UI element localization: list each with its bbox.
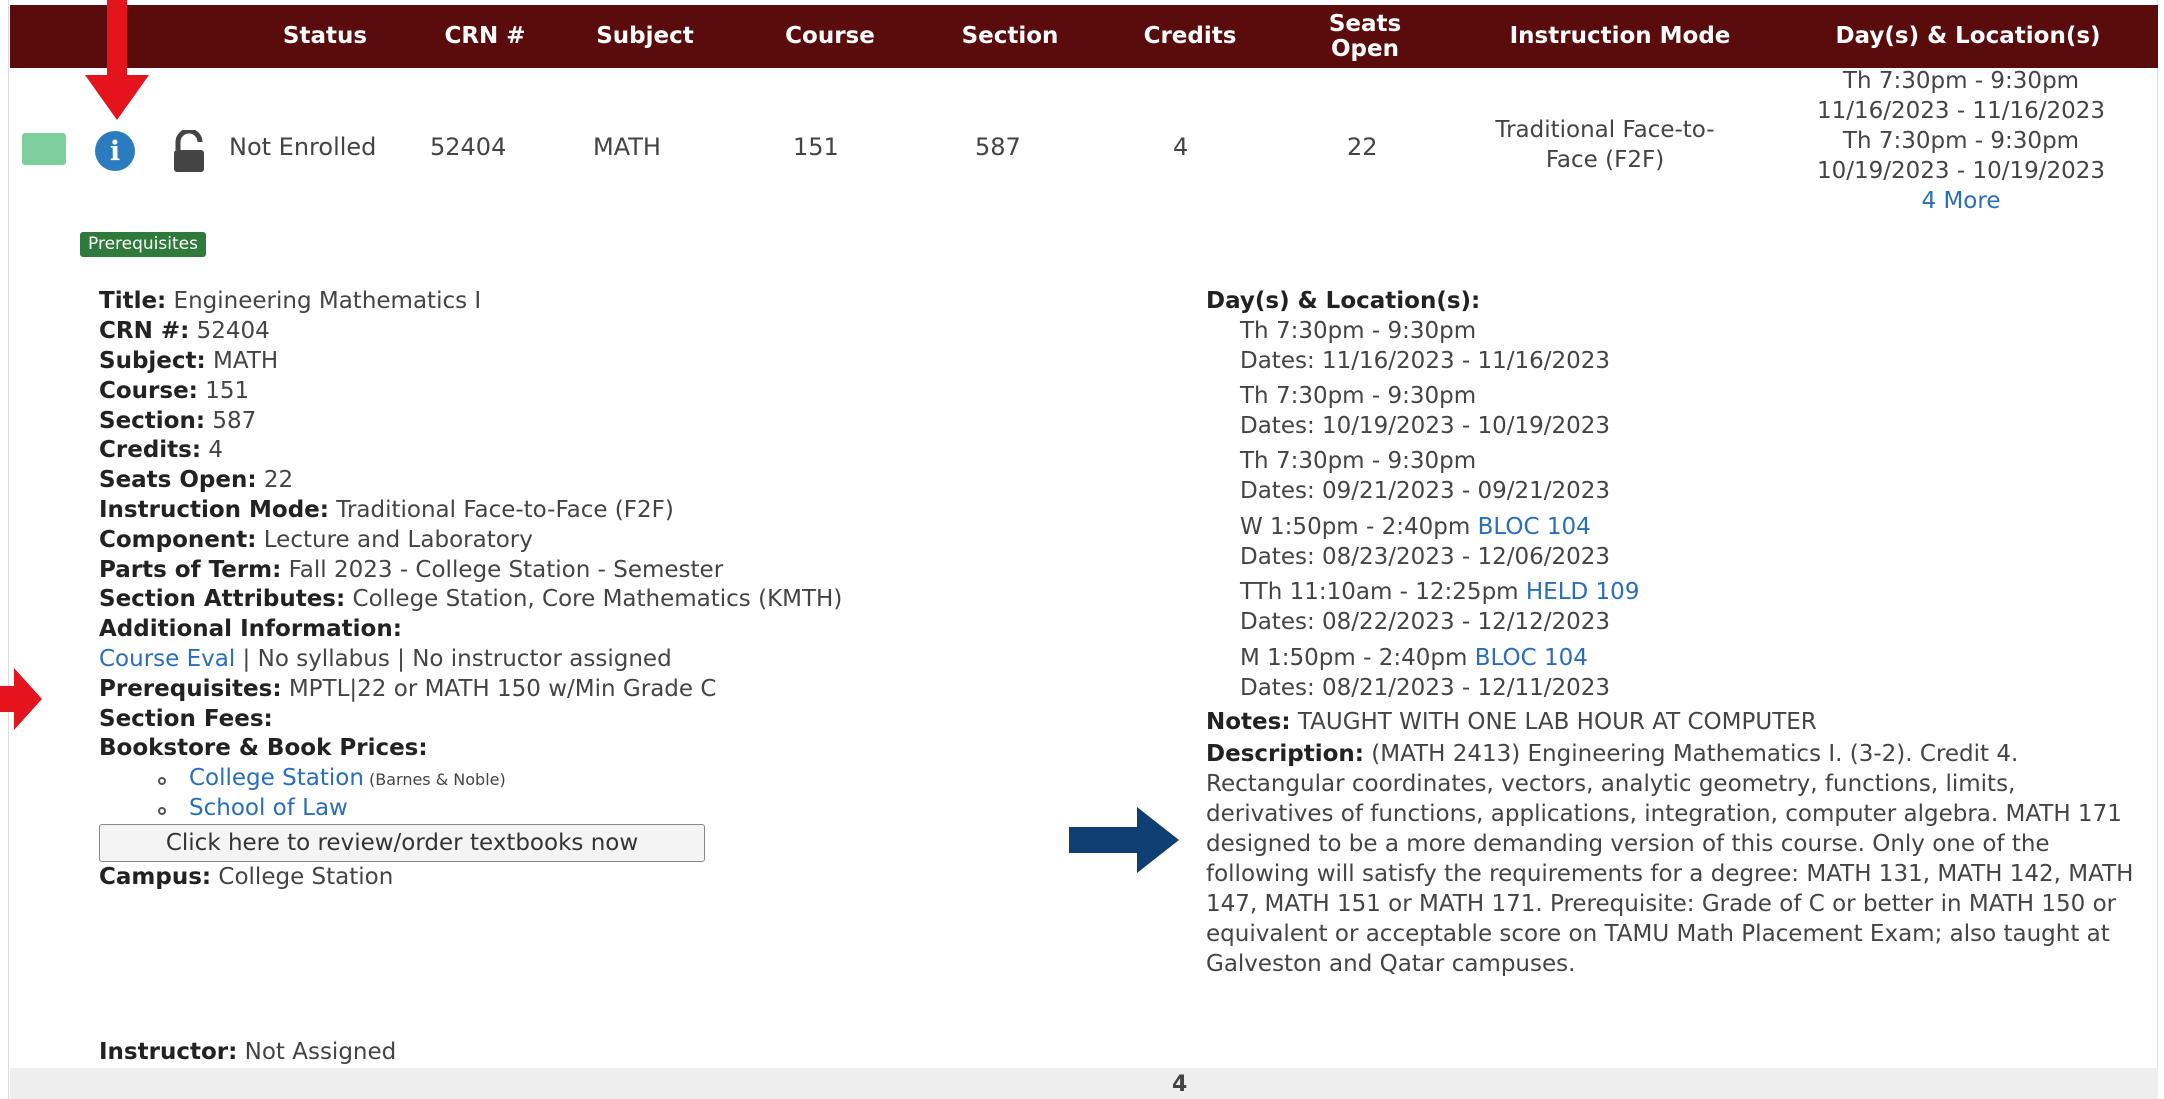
bookstore-item: College Station (Barnes & Noble) bbox=[189, 765, 506, 791]
location-dates: Dates: 09/21/2023 - 09/21/2023 bbox=[1240, 478, 1611, 504]
location-dates: Dates: 08/23/2023 - 12/06/2023 bbox=[1240, 544, 1611, 570]
column-section: Section bbox=[961, 23, 1059, 49]
detail-credits: Credits: 4 bbox=[99, 437, 224, 463]
room-link[interactable]: HELD 109 bbox=[1526, 579, 1640, 605]
detail-component: Component: Lecture and Laboratory bbox=[99, 527, 533, 553]
prerequisites-badge: Prerequisites bbox=[80, 232, 206, 257]
location-time: Th 7:30pm - 9:30pm bbox=[1240, 448, 1477, 474]
column-days-locations: Day(s) & Location(s) bbox=[1835, 23, 2101, 49]
status-indicator bbox=[22, 133, 66, 165]
college-station-store-link[interactable]: College Station bbox=[189, 765, 364, 791]
school-of-law-store-link[interactable]: School of Law bbox=[189, 795, 348, 821]
meeting-dates: 11/16/2023 - 11/16/2023 bbox=[1816, 98, 2106, 124]
column-status: Status bbox=[282, 23, 368, 49]
column-instruction-mode: Instruction Mode bbox=[1509, 23, 1731, 49]
instruction-mode-value: Traditional Face-to-Face (F2F) bbox=[1495, 117, 1715, 173]
detail-instructor: Instructor: Not Assigned bbox=[99, 1039, 397, 1065]
column-subject: Subject bbox=[596, 23, 694, 49]
column-seats-open: Seats Open bbox=[1328, 10, 1402, 62]
location-dates: Dates: 11/16/2023 - 11/16/2023 bbox=[1240, 348, 1611, 374]
location-dates: Dates: 10/19/2023 - 10/19/2023 bbox=[1240, 413, 1611, 439]
location-dates: Dates: 08/22/2023 - 12/12/2023 bbox=[1240, 609, 1611, 635]
course-value: 151 bbox=[793, 133, 839, 161]
detail-section-attributes: Section Attributes: College Station, Cor… bbox=[99, 586, 843, 612]
column-crn: CRN # bbox=[444, 23, 526, 49]
results-count: 4 bbox=[1172, 1072, 1188, 1097]
credits-value: 4 bbox=[1173, 133, 1189, 161]
detail-parts-of-term: Parts of Term: Fall 2023 - College Stati… bbox=[99, 557, 724, 583]
detail-bookstore: Bookstore & Book Prices: bbox=[99, 735, 428, 761]
unlock-icon[interactable] bbox=[170, 130, 210, 174]
column-credits: Credits bbox=[1143, 23, 1237, 49]
location-dates: Dates: 08/21/2023 - 12/11/2023 bbox=[1240, 675, 1611, 701]
location-time: Th 7:30pm - 9:30pm bbox=[1240, 318, 1477, 344]
detail-additional-information: Additional Information: bbox=[99, 616, 402, 642]
list-bullet bbox=[158, 807, 166, 815]
room-link[interactable]: BLOC 104 bbox=[1478, 514, 1591, 540]
section-value: 587 bbox=[975, 133, 1021, 161]
crn-value: 52404 bbox=[430, 133, 507, 161]
detail-course: Course: 151 bbox=[99, 378, 250, 404]
results-footer bbox=[10, 1068, 2158, 1099]
bookstore-item: School of Law bbox=[189, 795, 348, 821]
location-time: W 1:50pm - 2:40pm BLOC 104 bbox=[1240, 514, 1591, 540]
days-locations-cell: Th 7:30pm - 9:30pm 11/16/2023 - 11/16/20… bbox=[1766, 66, 2156, 216]
detail-course-eval-line: Course Eval | No syllabus | No instructo… bbox=[99, 646, 672, 672]
detail-section-fees: Section Fees: bbox=[99, 706, 273, 732]
order-textbooks-button[interactable]: Click here to review/order textbooks now bbox=[99, 824, 705, 862]
detail-campus: Campus: College Station bbox=[99, 864, 394, 890]
enrollment-status: Not Enrolled bbox=[229, 133, 377, 161]
course-description: Description: (MATH 2413) Engineering Mat… bbox=[1206, 741, 2134, 977]
location-time: TTh 11:10am - 12:25pm HELD 109 bbox=[1240, 579, 1640, 605]
red-arrow-down bbox=[85, 0, 149, 120]
course-eval-link[interactable]: Course Eval bbox=[99, 646, 235, 672]
red-arrow-right bbox=[0, 668, 42, 730]
results-table-header: Status CRN # Subject Course Section Cred… bbox=[10, 5, 2158, 68]
list-bullet bbox=[158, 777, 166, 785]
detail-title: Title: Engineering Mathematics I bbox=[99, 288, 482, 314]
room-link[interactable]: BLOC 104 bbox=[1475, 645, 1588, 671]
location-time: M 1:50pm - 2:40pm BLOC 104 bbox=[1240, 645, 1588, 671]
locations-heading: Day(s) & Location(s): bbox=[1206, 288, 1481, 314]
detail-prerequisites: Prerequisites: MPTL|22 or MATH 150 w/Min… bbox=[99, 676, 717, 702]
detail-section: Section: 587 bbox=[99, 408, 257, 434]
blue-arrow-right bbox=[1069, 807, 1179, 873]
detail-subject: Subject: MATH bbox=[99, 348, 279, 374]
meeting-time: Th 7:30pm - 9:30pm bbox=[1842, 68, 2080, 94]
subject-value: MATH bbox=[593, 133, 661, 161]
info-icon[interactable]: i bbox=[95, 131, 135, 171]
detail-seats-open: Seats Open: 22 bbox=[99, 467, 294, 493]
seats-open-value: 22 bbox=[1347, 133, 1378, 161]
section-notes: Notes: TAUGHT WITH ONE LAB HOUR AT COMPU… bbox=[1206, 709, 1817, 735]
column-course: Course bbox=[785, 23, 875, 49]
meeting-time: Th 7:30pm - 9:30pm bbox=[1842, 128, 2080, 154]
more-meetings-link[interactable]: 4 More bbox=[1766, 186, 2156, 216]
detail-crn: CRN #: 52404 bbox=[99, 318, 270, 344]
detail-instruction-mode: Instruction Mode: Traditional Face-to-Fa… bbox=[99, 497, 674, 523]
location-time: Th 7:30pm - 9:30pm bbox=[1240, 383, 1477, 409]
meeting-dates: 10/19/2023 - 10/19/2023 bbox=[1816, 158, 2106, 184]
